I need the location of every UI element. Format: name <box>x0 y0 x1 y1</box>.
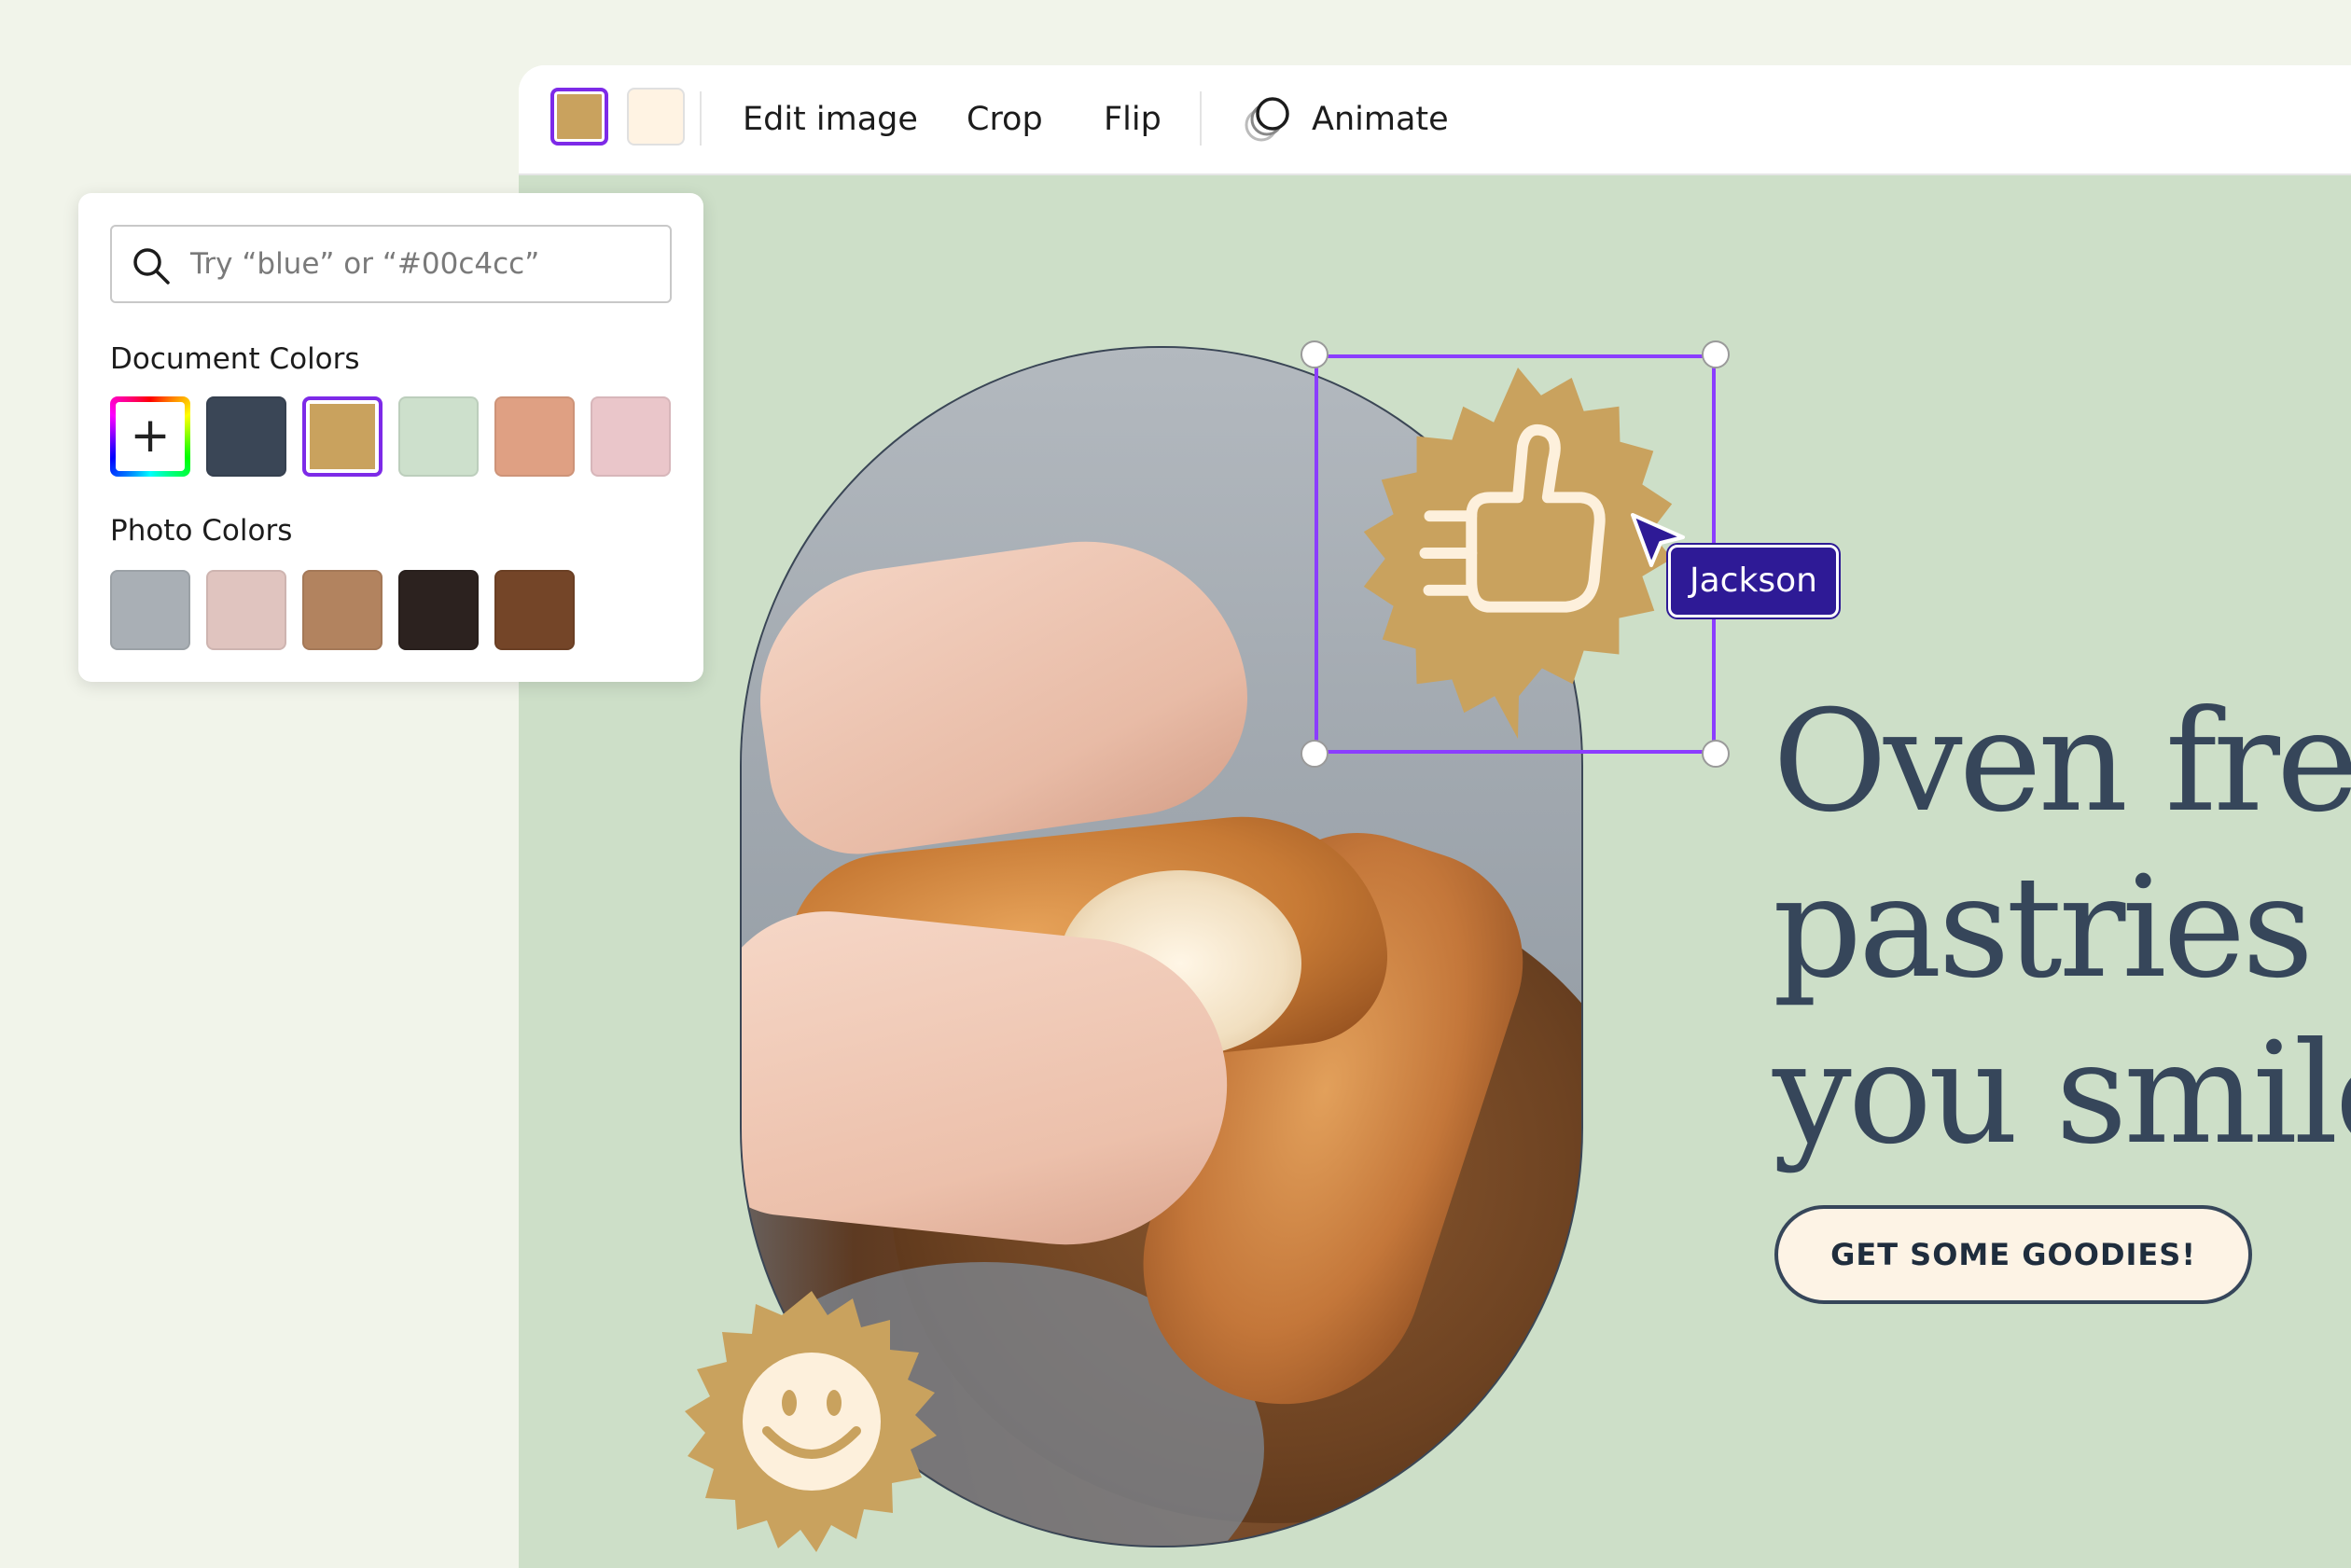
photo-color-swatch[interactable] <box>110 570 190 650</box>
document-color-swatch[interactable] <box>302 396 383 477</box>
design-editor: Edit image Crop Flip Animate Jackson Ove… <box>519 65 2351 1568</box>
photo-color-swatch[interactable] <box>302 570 383 650</box>
document-color-swatch[interactable] <box>206 396 286 477</box>
toolbar-divider <box>1200 91 1202 146</box>
document-color-swatch[interactable] <box>494 396 575 477</box>
color-swatch-primary[interactable] <box>550 88 608 146</box>
get-goodies-button[interactable]: GET SOME GOODIES! <box>1774 1205 2252 1304</box>
animate-button[interactable]: Animate <box>1312 93 1449 146</box>
document-color-swatch[interactable] <box>398 396 479 477</box>
color-swatch-secondary[interactable] <box>627 88 685 146</box>
document-colors-title: Document Colors <box>110 342 360 376</box>
resize-handle[interactable] <box>1702 340 1730 368</box>
resize-handle[interactable] <box>1702 740 1730 768</box>
crop-button[interactable]: Crop <box>967 93 1043 146</box>
design-canvas[interactable]: Jackson Oven fres pastries t you smile G… <box>519 175 2351 1568</box>
add-color-button[interactable]: + <box>110 396 190 477</box>
collaborator-label: Jackson <box>1668 545 1839 617</box>
animate-icon[interactable] <box>1243 95 1291 144</box>
photo-color-swatch[interactable] <box>398 570 479 650</box>
headline-text[interactable]: Oven fres pastries t you smile <box>1773 679 2351 1177</box>
search-icon <box>133 248 170 284</box>
search-placeholder: Try “blue” or “#00c4cc” <box>190 247 540 281</box>
toolbar: Edit image Crop Flip Animate <box>519 65 2351 175</box>
smiley-sticker[interactable] <box>681 1291 942 1552</box>
photo-color-swatch[interactable] <box>206 570 286 650</box>
document-color-swatch[interactable] <box>591 396 671 477</box>
headline-line: you smile <box>1773 1013 2351 1175</box>
flip-button[interactable]: Flip <box>1104 93 1162 146</box>
toolbar-divider <box>700 91 702 146</box>
resize-handle[interactable] <box>1301 740 1329 768</box>
headline-line: pastries t <box>1773 847 2351 1009</box>
color-search-input[interactable]: Try “blue” or “#00c4cc” <box>110 225 672 303</box>
plus-icon: + <box>130 408 171 464</box>
photo-colors-title: Photo Colors <box>110 514 293 548</box>
resize-handle[interactable] <box>1301 340 1329 368</box>
edit-image-button[interactable]: Edit image <box>743 93 918 146</box>
color-panel: Try “blue” or “#00c4cc” Document Colors … <box>78 193 703 682</box>
photo-color-swatch[interactable] <box>494 570 575 650</box>
headline-line: Oven fres <box>1773 681 2351 843</box>
